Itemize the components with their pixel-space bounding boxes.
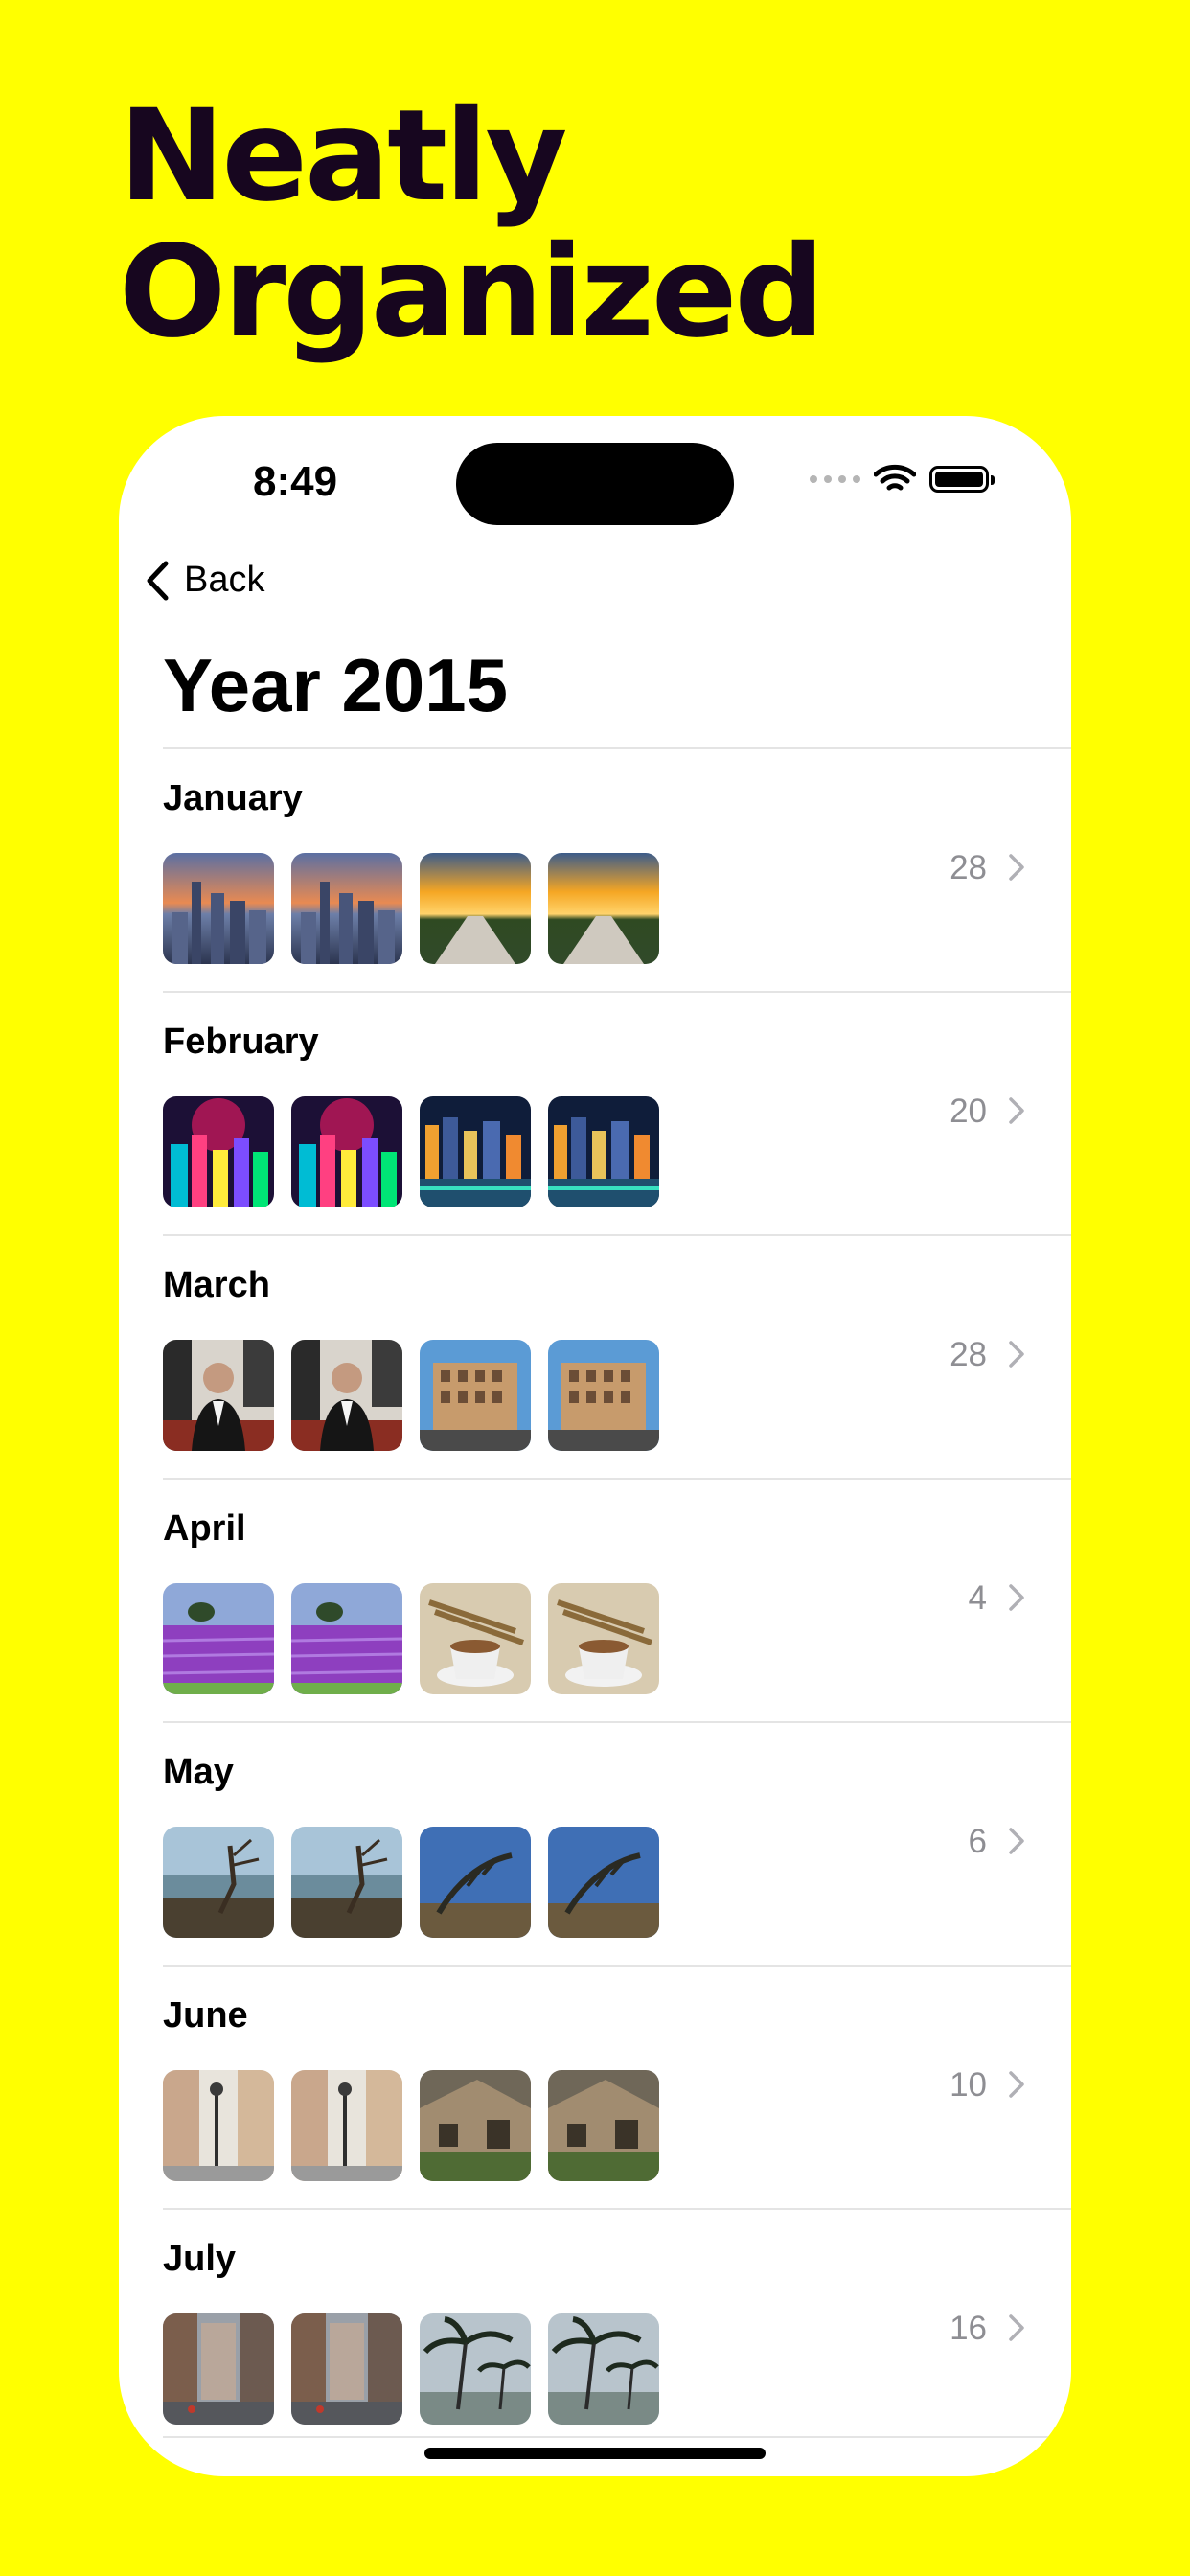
chevron-right-icon [1009,1828,1024,1854]
month-row[interactable]: July 16 [163,2208,1071,2451]
headline: Neatly Organized [119,82,825,366]
photo-count: 6 [968,1823,987,1860]
photo-count: 4 [968,1579,987,1617]
photo-thumbnail-sunset-road[interactable] [420,853,531,964]
photo-thumbnails [163,2070,659,2181]
photo-thumbnail-stone-cottage[interactable] [548,2070,659,2181]
photo-thumbnail-lavender-field[interactable] [291,1583,402,1694]
headline-line-1: Neatly [119,82,567,230]
photo-thumbnail-portrait-suit[interactable] [291,1340,402,1451]
photo-thumbnail-building-street[interactable] [420,1340,531,1451]
month-row[interactable]: March 28 [163,1234,1071,1478]
photo-thumbnail-harbor-night[interactable] [420,1096,531,1208]
photo-thumbnail-neon-city[interactable] [291,1096,402,1208]
photo-thumbnail-city-dusk[interactable] [291,853,402,964]
photo-thumbnails [163,853,659,964]
month-label: April [163,1508,246,1549]
chevron-right-icon [1009,2071,1024,2098]
photo-thumbnails [163,1583,659,1694]
photo-thumbnail-lavender-field[interactable] [163,1583,274,1694]
month-row[interactable]: June 10 [163,1965,1071,2208]
status-icons [810,464,995,494]
dynamic-island [456,443,734,525]
photo-thumbnail-palm-beach[interactable] [548,2313,659,2425]
back-button[interactable]: Back [146,560,264,601]
chevron-right-icon [1009,1341,1024,1368]
chevron-right-icon [1009,1584,1024,1611]
chevron-left-icon [147,561,169,600]
chevron-right-icon [1009,854,1024,881]
chevron-right-icon [1009,2314,1024,2341]
photo-thumbnails [163,1340,659,1451]
photo-thumbnail-city-dusk[interactable] [163,853,274,964]
chevron-right-icon [1009,1097,1024,1124]
photo-thumbnail-coffee-cup[interactable] [548,1583,659,1694]
photo-thumbnail-cypress-sky[interactable] [548,1827,659,1938]
battery-icon [929,466,995,493]
photo-thumbnail-coast-tree[interactable] [163,1827,274,1938]
photo-count: 16 [950,2310,987,2347]
month-label: May [163,1752,234,1792]
photo-count: 10 [950,2066,987,2104]
month-label: March [163,1265,270,1305]
photo-count: 28 [950,849,987,886]
photo-thumbnail-palm-beach[interactable] [420,2313,531,2425]
month-row[interactable]: January 28 [163,748,1071,991]
photo-thumbnail-cypress-sky[interactable] [420,1827,531,1938]
month-list: January 28 February 20 March 28 April 4 May 6 June… [163,748,1071,2451]
photo-count: 20 [950,1092,987,1130]
home-indicator[interactable] [424,2448,766,2459]
month-label: June [163,1995,248,2036]
page-title: Year 2015 [163,643,509,727]
wifi-icon [874,464,916,491]
month-label: February [163,1022,319,1062]
photo-thumbnail-coast-tree[interactable] [291,1827,402,1938]
photo-thumbnail-city-street[interactable] [291,2313,402,2425]
photo-thumbnails [163,1096,659,1208]
month-row[interactable]: May 6 [163,1721,1071,1965]
phone-frame: 8:49 Back Year 2015 January 28 February 20 M… [119,416,1071,2476]
cellular-signal-icon [810,475,860,483]
photo-thumbnails [163,1827,659,1938]
back-label: Back [184,560,265,600]
list-divider [163,2436,1071,2438]
photo-count: 28 [950,1336,987,1373]
month-label: July [163,2239,237,2279]
photo-thumbnail-building-street[interactable] [548,1340,659,1451]
photo-thumbnail-sunset-road[interactable] [548,853,659,964]
photo-thumbnail-neon-city[interactable] [163,1096,274,1208]
photo-thumbnail-harbor-night[interactable] [548,1096,659,1208]
photo-thumbnail-street-lamp[interactable] [291,2070,402,2181]
month-label: January [163,778,303,818]
headline-line-2: Organized [119,218,825,366]
status-time: 8:49 [253,458,338,505]
photo-thumbnail-stone-cottage[interactable] [420,2070,531,2181]
photo-thumbnail-coffee-cup[interactable] [420,1583,531,1694]
photo-thumbnail-street-lamp[interactable] [163,2070,274,2181]
photo-thumbnail-portrait-suit[interactable] [163,1340,274,1451]
month-row[interactable]: April 4 [163,1478,1071,1721]
photo-thumbnails [163,2313,659,2425]
month-row[interactable]: February 20 [163,991,1071,1234]
photo-thumbnail-city-street[interactable] [163,2313,274,2425]
